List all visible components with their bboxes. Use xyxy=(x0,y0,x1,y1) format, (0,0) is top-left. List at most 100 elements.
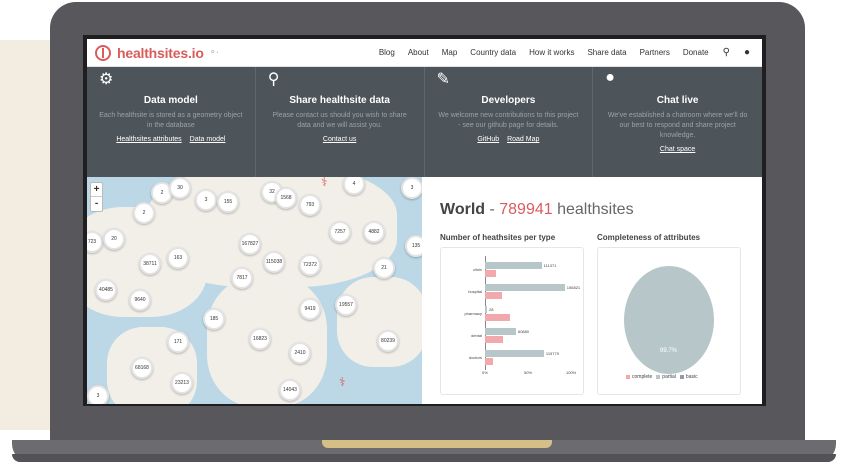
map-cluster[interactable]: 9419 xyxy=(299,298,321,320)
map-cluster[interactable]: 171 xyxy=(167,331,189,353)
brand[interactable]: healthsites.io ∘∙ xyxy=(95,44,219,61)
link-road-map[interactable]: Road Map xyxy=(507,136,539,143)
pie-chart xyxy=(624,266,714,374)
feature-title: Share healthsite data xyxy=(289,95,390,106)
nav-item-about[interactable]: About xyxy=(408,48,429,57)
nav-item-share-data[interactable]: Share data xyxy=(587,48,626,57)
nav-item-country-data[interactable]: Country data xyxy=(470,48,516,57)
logo-icon xyxy=(95,44,111,61)
bar-category-label: hospital xyxy=(468,289,482,294)
map-cluster[interactable]: 7817 xyxy=(231,267,253,289)
feature-chat-live: ● Chat live We've established a chatroom… xyxy=(593,67,762,177)
gear-icon: ⚙ xyxy=(99,71,114,88)
nav-item-map[interactable]: Map xyxy=(442,48,458,57)
world-total: World - 789941 healthsites xyxy=(440,201,634,219)
zoom-in-button[interactable]: + xyxy=(91,183,102,197)
map-cluster[interactable]: 793 xyxy=(299,194,321,216)
map-cluster[interactable]: 167827 xyxy=(239,233,261,255)
feature-title: Chat live xyxy=(656,95,699,106)
bar-count xyxy=(485,284,565,291)
feature-developers: ✎ Developers We welcome new contribution… xyxy=(425,67,594,177)
map-cluster[interactable]: 3 xyxy=(401,177,422,199)
map-cluster[interactable]: 68168 xyxy=(131,357,153,379)
browser-viewport: healthsites.io ∘∙ Blog About Map Country… xyxy=(87,39,762,404)
legend-swatch xyxy=(656,374,661,379)
feature-description: We've established a chatroom where we'll… xyxy=(607,112,748,139)
feature-description: We welcome new contributions to this pro… xyxy=(438,112,579,129)
nav-menu: Blog About Map Country data How it works… xyxy=(366,47,750,58)
map-cluster[interactable]: 3 xyxy=(87,385,109,404)
bar-count xyxy=(485,306,487,313)
bar-data-label: 60880 xyxy=(517,329,530,334)
feature-description: Each healthsite is stored as a geometry … xyxy=(99,112,243,129)
bar-count xyxy=(485,350,544,357)
legend-swatch xyxy=(679,374,684,379)
share-icon[interactable]: ∘∙ xyxy=(210,47,219,58)
map-cluster[interactable]: 1568 xyxy=(275,187,297,209)
nav-item-donate[interactable]: Donate xyxy=(683,48,709,57)
map-marker-icon[interactable]: ⚕ xyxy=(339,375,346,389)
map-cluster[interactable]: 163 xyxy=(167,247,189,269)
bar-count xyxy=(485,262,542,269)
map-cluster[interactable]: 16823 xyxy=(249,328,271,350)
bar-data-label: 115779 xyxy=(545,351,559,356)
link-data-model[interactable]: Data model xyxy=(190,136,226,143)
map-cluster[interactable]: 40485 xyxy=(95,279,117,301)
zoom-out-button[interactable]: - xyxy=(91,197,102,211)
link-healthsites-attributes[interactable]: Healthsites attributes xyxy=(116,136,181,143)
feature-bar: ⚙ Data model Each healthsite is stored a… xyxy=(87,67,762,177)
nav-item-blog[interactable]: Blog xyxy=(379,48,395,57)
map-cluster[interactable]: 30 xyxy=(169,177,191,199)
laptop-notch xyxy=(322,440,552,448)
chat-icon[interactable]: ● xyxy=(744,47,750,58)
legend-label: partial xyxy=(662,374,676,380)
legend-item: basic xyxy=(679,374,698,380)
map-cluster[interactable]: 115038 xyxy=(263,251,285,273)
pencil-icon: ✎ xyxy=(436,71,450,88)
map-cluster[interactable]: 20 xyxy=(103,228,125,250)
link-contact-us[interactable]: Contact us xyxy=(323,136,356,143)
stats-panel: World - 789941 healthsites Number of hea… xyxy=(422,177,762,404)
map-cluster[interactable]: 2 xyxy=(133,202,155,224)
legend-label: complete xyxy=(632,374,653,380)
x-tick-label: 50% xyxy=(524,370,533,375)
world-map[interactable]: + - 2 30 3 155 32 1568 793 4 3 2 723 20 … xyxy=(87,177,422,404)
title-separator: - xyxy=(485,201,500,218)
title-suffix: healthsites xyxy=(552,201,634,218)
bar-share xyxy=(485,270,496,277)
map-cluster[interactable]: 7257 xyxy=(329,221,351,243)
map-cluster[interactable]: 4882 xyxy=(363,221,385,243)
bar-chart-card: clinic 111371 hospital 156821 pharmacy 28 dent… xyxy=(440,247,584,395)
bar-data-label: 156821 xyxy=(566,285,581,290)
map-cluster[interactable]: 3 xyxy=(195,189,217,211)
bar-category-label: pharmacy xyxy=(464,311,482,316)
map-cluster[interactable]: 23213 xyxy=(171,372,193,394)
x-tick-label: 0% xyxy=(482,370,488,375)
map-cluster[interactable]: 14043 xyxy=(279,379,301,401)
map-cluster[interactable]: 19557 xyxy=(335,294,357,316)
feature-title: Developers xyxy=(481,95,536,106)
feature-links: Contact us xyxy=(256,136,424,143)
map-cluster[interactable]: 185 xyxy=(203,308,225,330)
map-cluster[interactable]: 80239 xyxy=(377,330,399,352)
link-github[interactable]: GitHub xyxy=(477,136,499,143)
link-chat-space[interactable]: Chat space xyxy=(660,146,695,153)
map-cluster[interactable]: 2410 xyxy=(289,342,311,364)
nav-item-partners[interactable]: Partners xyxy=(640,48,670,57)
feature-data-model: ⚙ Data model Each healthsite is stored a… xyxy=(87,67,256,177)
map-cluster[interactable]: 38711 xyxy=(139,253,161,275)
pie-legend: complete partial basic xyxy=(626,374,702,380)
feature-links: Chat space xyxy=(593,146,762,153)
map-cluster[interactable]: 72372 xyxy=(299,254,321,276)
legend-item: partial xyxy=(656,374,676,380)
nav-item-how-it-works[interactable]: How it works xyxy=(529,48,574,57)
search-icon[interactable]: ⚲ xyxy=(723,47,730,58)
bar-share xyxy=(485,358,494,365)
feature-description: Please contact us should you wish to sha… xyxy=(272,112,407,129)
map-cluster[interactable]: 9640 xyxy=(129,289,151,311)
map-marker-icon[interactable]: ⚕ xyxy=(321,177,328,189)
map-cluster[interactable]: 21 xyxy=(373,257,395,279)
map-cluster[interactable]: 135 xyxy=(405,235,422,257)
map-cluster[interactable]: 155 xyxy=(217,191,239,213)
laptop-screen: healthsites.io ∘∙ Blog About Map Country… xyxy=(83,35,766,406)
